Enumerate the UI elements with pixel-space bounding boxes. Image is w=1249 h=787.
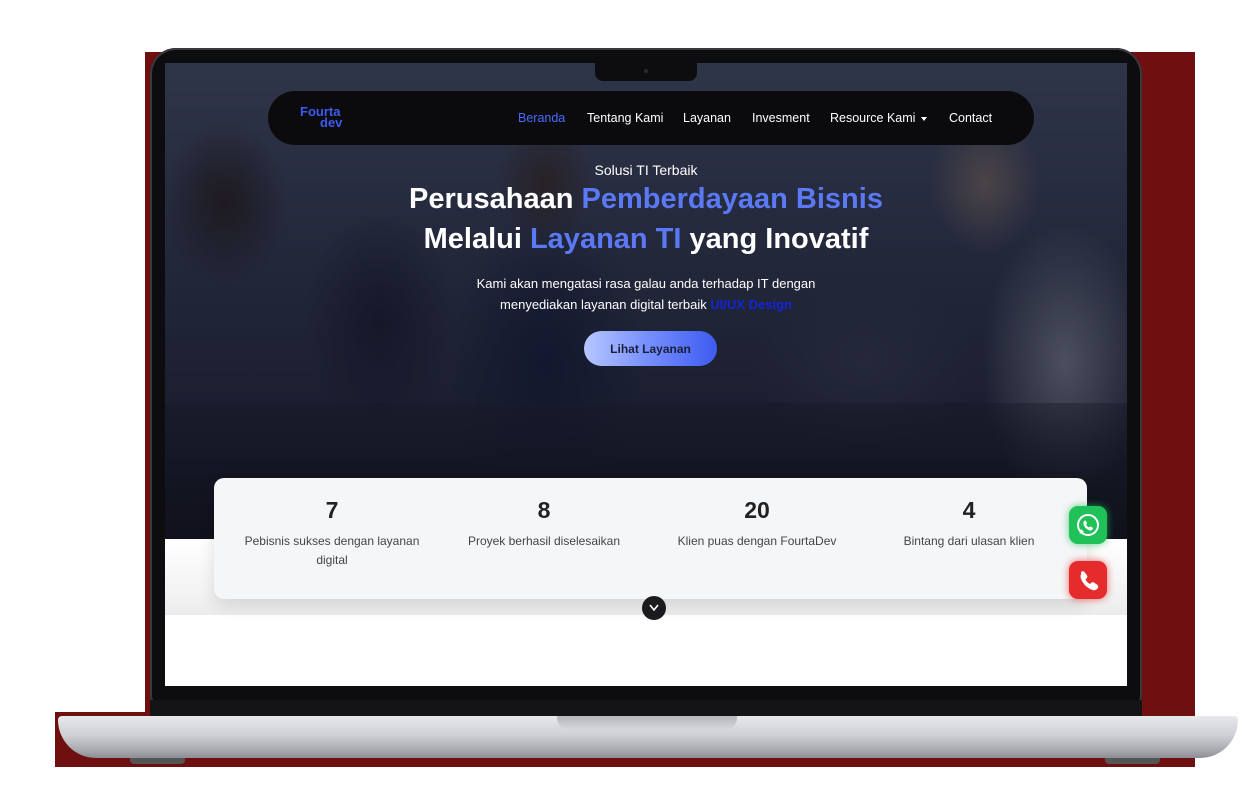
phone-icon	[1080, 571, 1099, 591]
camera-icon	[644, 69, 648, 73]
stat-value: 8	[537, 497, 551, 523]
nav-layanan[interactable]: Layanan	[683, 91, 731, 145]
stat-label: Bintang dari ulasan klien	[903, 534, 1035, 548]
hero-headline-line-1: Perusahaan Pemberdayaan Bisnis	[165, 183, 1127, 216]
description-highlight: UI/UX Design	[710, 297, 792, 312]
laptop-base-notch	[557, 716, 737, 730]
stat-label: Proyek berhasil diselesaikan	[467, 534, 621, 548]
headline-highlight: Pemberdayaan Bisnis	[581, 183, 883, 215]
whatsapp-icon	[1077, 514, 1099, 536]
headline-text: yang Inovatif	[681, 223, 869, 255]
headline-text: Melalui	[423, 223, 530, 255]
headline-text: Perusahaan	[409, 183, 582, 215]
nav-resource-kami[interactable]: Resource Kami	[830, 91, 928, 145]
stat-label: Klien puas dengan FourtaDev	[677, 534, 837, 548]
stats-card: 7 Pebisnis sukses dengan layanan digital…	[214, 478, 1087, 599]
description-text: menyediakan layanan digital terbaik	[500, 297, 711, 312]
stat-value: 4	[962, 497, 976, 523]
hero-description-line-1: Kami akan mengatasi rasa galau anda terh…	[476, 276, 816, 291]
nav-invesment[interactable]: Invesment	[752, 91, 810, 145]
hero-description-line-2: menyediakan layanan digital terbaik UI/U…	[165, 297, 1127, 312]
lihat-layanan-button[interactable]: Lihat Layanan	[584, 331, 717, 366]
navbar: Fourta dev Beranda Tentang Kami Layanan …	[268, 91, 1034, 145]
camera-notch	[595, 63, 697, 81]
hero-headline-line-2: Melalui Layanan TI yang Inovatif	[165, 223, 1127, 256]
laptop-screen: Fourta dev Beranda Tentang Kami Layanan …	[165, 63, 1127, 686]
whatsapp-button[interactable]	[1069, 506, 1107, 544]
nav-tentang-kami[interactable]: Tentang Kami	[587, 91, 663, 145]
caret-down-icon	[921, 116, 928, 121]
scroll-down-button[interactable]	[642, 596, 666, 620]
logo[interactable]: Fourta dev	[300, 105, 350, 130]
laptop-foot-right	[1105, 758, 1160, 764]
headline-highlight: Layanan TI	[529, 223, 682, 255]
stat-label: Pebisnis sukses dengan layanan digital	[244, 534, 420, 567]
nav-resource-kami-label: Resource Kami	[830, 111, 916, 125]
nav-beranda[interactable]: Beranda	[518, 91, 565, 145]
stat-value: 20	[744, 497, 770, 523]
hero-tagline: Solusi TI Terbaik	[594, 162, 698, 178]
nav-contact[interactable]: Contact	[949, 91, 992, 145]
stat-value: 7	[325, 497, 339, 523]
phone-button[interactable]	[1069, 561, 1107, 599]
chevron-down-icon	[649, 604, 659, 612]
laptop-foot-left	[130, 758, 185, 764]
